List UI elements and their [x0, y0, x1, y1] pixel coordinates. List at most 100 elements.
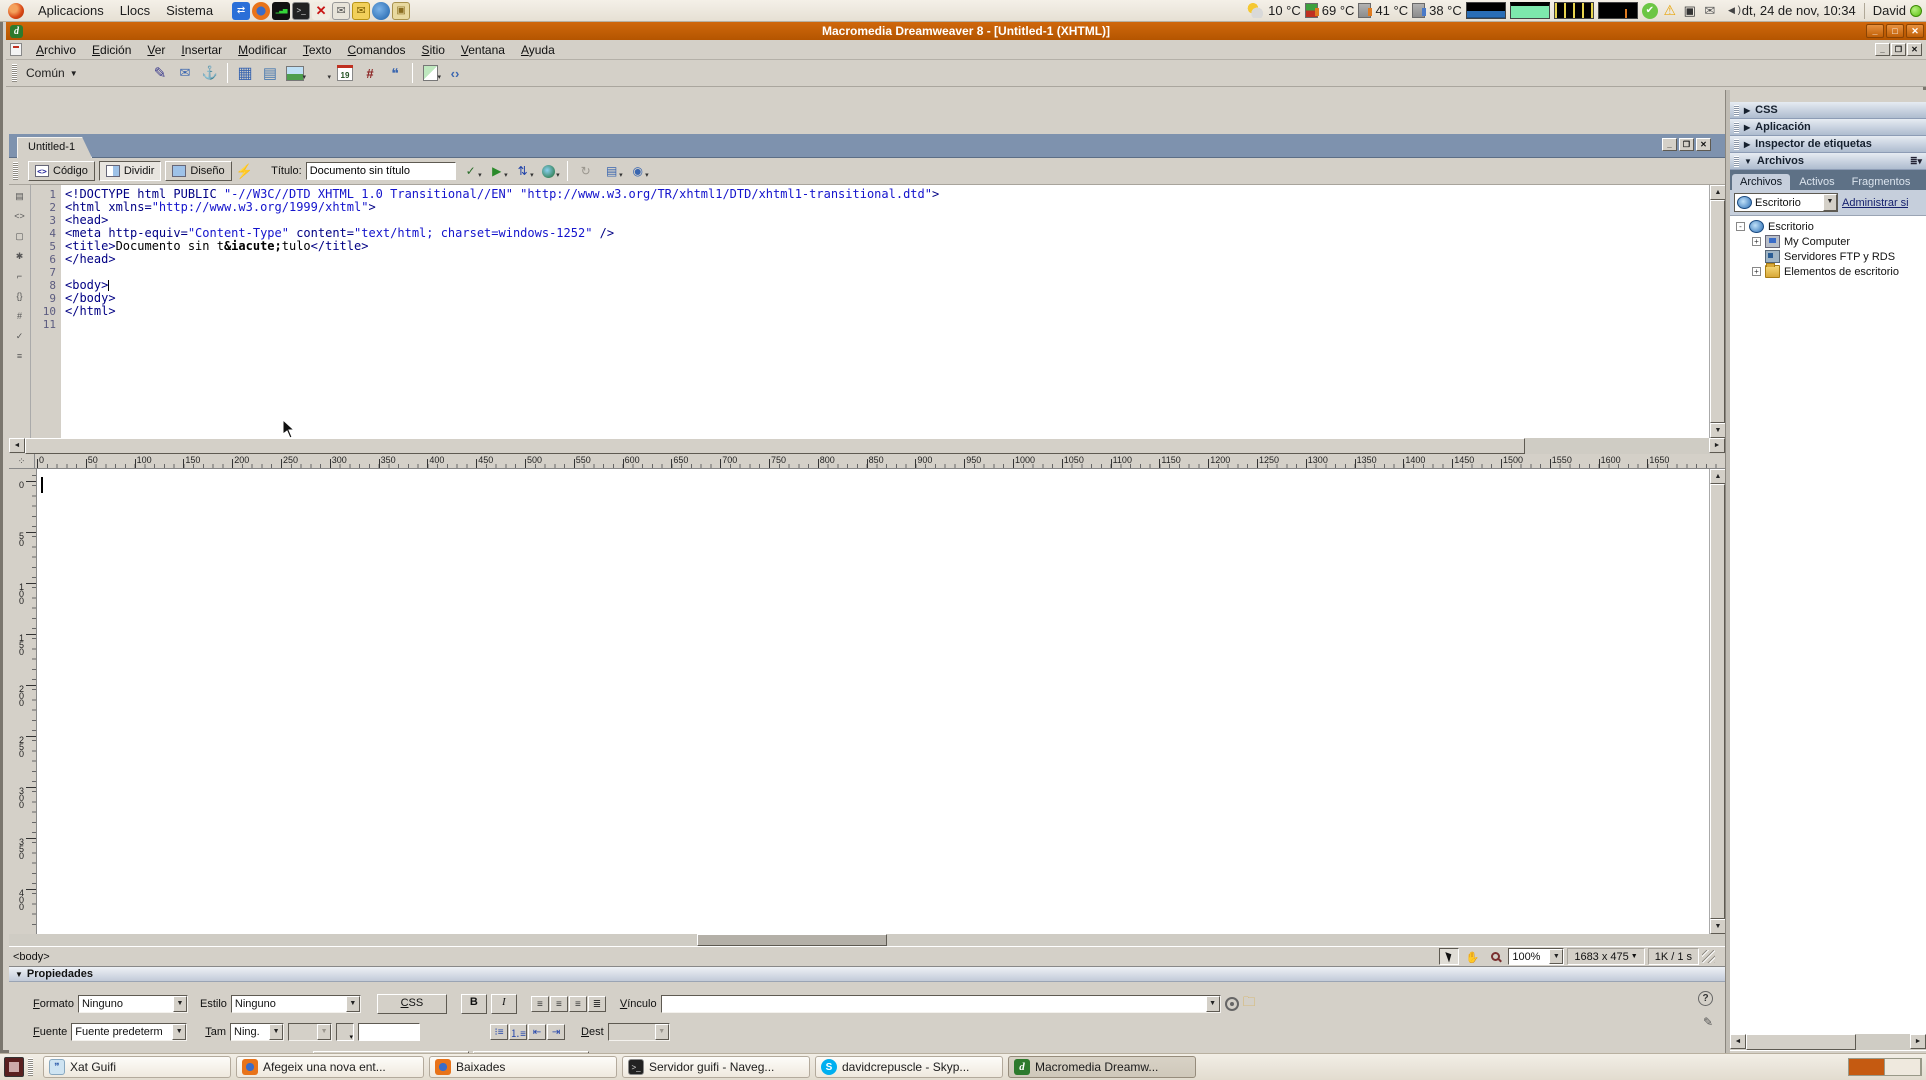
view-options-icon[interactable]: ▤	[601, 161, 623, 181]
files-tab[interactable]: Fragmentos	[1844, 174, 1919, 190]
scroll-thumb[interactable]	[1710, 200, 1725, 423]
ruler-origin-icon[interactable]: ⁘	[9, 454, 35, 469]
line-numbers-icon[interactable]: #	[12, 309, 27, 322]
tree-expander[interactable]: -	[1736, 222, 1745, 231]
code-view-pane[interactable]: ▤ <> ▢ ✱ ⌐ {} # ✓ ≡ 1234567891011 <!DOCT…	[9, 185, 1725, 438]
site-dropdown[interactable]: Escritorio ▼	[1734, 193, 1838, 212]
menu-item[interactable]: Ayuda	[513, 41, 563, 59]
display-icon[interactable]	[1682, 3, 1698, 19]
files-horizontal-scrollbar[interactable]: ◄ ►	[1730, 1034, 1926, 1050]
files-tab[interactable]: Activos	[1791, 174, 1842, 190]
properties-header[interactable]: ▼ Propiedades	[9, 967, 1725, 982]
design-horizontal-scrollbar[interactable]	[9, 934, 1725, 946]
scroll-left-icon[interactable]: ◄	[9, 438, 25, 453]
doc-restore-button[interactable]: ❐	[1679, 138, 1694, 151]
italic-button[interactable]: I	[491, 994, 517, 1014]
collapse-tag-icon[interactable]: <>	[12, 209, 27, 222]
code-view-button[interactable]: Código	[28, 161, 95, 181]
email-link-icon[interactable]	[174, 63, 196, 83]
live-data-icon[interactable]	[236, 163, 253, 180]
mdi-close-button[interactable]: ✕	[1907, 43, 1922, 56]
taskbar-grip[interactable]	[28, 1058, 33, 1076]
align-right-icon[interactable]: ≡	[569, 996, 587, 1012]
task-button[interactable]: Afegeix una nova ent...	[236, 1056, 424, 1078]
network-graph[interactable]	[1554, 2, 1594, 19]
clock[interactable]: dt, 24 de nov, 10:34	[1742, 3, 1856, 18]
weather-icon[interactable]	[1247, 3, 1264, 18]
insert-comment-icon[interactable]	[384, 63, 406, 83]
menu-item[interactable]: Archivo	[28, 41, 84, 59]
select-parent-tag-icon[interactable]: ⌐	[12, 269, 27, 282]
maximize-button[interactable]: □	[1886, 24, 1904, 38]
color-hex-field[interactable]	[358, 1023, 420, 1041]
gnome-menu-item[interactable]: Aplicacions	[30, 2, 112, 19]
menu-item[interactable]: Ver	[139, 41, 173, 59]
indent-icon[interactable]: ⇥	[547, 1024, 565, 1040]
design-canvas[interactable]	[37, 469, 1709, 934]
launcher-icon[interactable]	[372, 2, 390, 20]
memory-graph[interactable]	[1510, 2, 1550, 19]
split-view-button[interactable]: Dividir	[99, 161, 162, 181]
scroll-down-icon[interactable]: ▼	[1710, 919, 1726, 934]
ubuntu-logo-icon[interactable]	[8, 3, 24, 19]
task-button[interactable]: Xat Guifi	[43, 1056, 231, 1078]
toolbar-grip[interactable]	[13, 162, 18, 180]
scroll-thumb[interactable]	[1746, 1034, 1856, 1050]
tree-item[interactable]: + Elementos de escritorio	[1730, 264, 1926, 279]
named-anchor-icon[interactable]	[199, 63, 221, 83]
templates-icon[interactable]	[423, 65, 438, 81]
mail-notify-icon[interactable]	[1702, 3, 1718, 19]
scroll-thumb[interactable]	[1710, 484, 1725, 919]
visual-aids-icon[interactable]: ◉	[627, 161, 649, 181]
apply-comment-icon[interactable]: ≡	[12, 349, 27, 362]
zoom-level-dropdown[interactable]: 100% ▼	[1508, 948, 1564, 965]
gnome-menu-item[interactable]: Sistema	[158, 2, 221, 19]
insert-media-icon[interactable]	[309, 63, 331, 83]
outdent-icon[interactable]: ⇤	[528, 1024, 546, 1040]
menu-item[interactable]: Insertar	[173, 41, 230, 59]
updates-ok-icon[interactable]	[1642, 3, 1658, 19]
show-desktop-icon[interactable]	[4, 1057, 24, 1077]
cpu-sensor-icon[interactable]	[1358, 3, 1371, 18]
hand-tool[interactable]	[1462, 948, 1482, 965]
scroll-left-icon[interactable]: ◄	[1730, 1034, 1746, 1049]
menu-item[interactable]: Edición	[84, 41, 139, 59]
workspace-switcher[interactable]	[1848, 1058, 1922, 1076]
doc-close-button[interactable]: ✕	[1696, 138, 1711, 151]
quick-tag-edit-icon[interactable]	[1703, 1015, 1713, 1029]
tag-selector[interactable]: <body>	[13, 951, 50, 963]
style-dropdown[interactable]: Ninguno ▼	[231, 995, 361, 1013]
insert-include-icon[interactable]	[359, 63, 381, 83]
minimize-button[interactable]: _	[1866, 24, 1884, 38]
doc-minimize-button[interactable]: _	[1662, 138, 1677, 151]
disk-graph[interactable]	[1598, 2, 1638, 19]
scroll-up-icon[interactable]: ▲	[1710, 469, 1726, 484]
resize-grip[interactable]	[1702, 950, 1715, 963]
mdi-restore-button[interactable]: ❐	[1891, 43, 1906, 56]
design-view-button[interactable]: Diseño	[165, 161, 231, 181]
gnome-menu-item[interactable]: Llocs	[112, 2, 158, 19]
scroll-right-icon[interactable]: ►	[1709, 438, 1725, 453]
css-button[interactable]: CSS	[377, 994, 447, 1014]
size-dropdown[interactable]: Ning. ▼	[230, 1023, 284, 1041]
launcher-icon[interactable]	[252, 2, 270, 20]
code-editor[interactable]: <!DOCTYPE html PUBLIC "-//W3C//DTD XHTML…	[61, 185, 1709, 438]
tag-chooser-icon[interactable]	[444, 63, 466, 83]
collapse-selection-icon[interactable]: ▢	[12, 229, 27, 242]
scroll-thumb[interactable]	[25, 438, 1525, 454]
tree-expander[interactable]: +	[1752, 267, 1761, 276]
align-left-icon[interactable]: ≡	[531, 996, 549, 1012]
gpu-sensor-icon[interactable]	[1305, 3, 1318, 18]
refresh-icon[interactable]: ↻	[575, 161, 597, 181]
code-horizontal-scrollbar[interactable]: ◄ ►	[9, 438, 1725, 454]
dock-panel-header[interactable]: ▶ Inspector de etiquetas	[1730, 136, 1926, 153]
menu-item[interactable]: Modificar	[230, 41, 295, 59]
task-button[interactable]: davidcrepuscle - Skyp...	[815, 1056, 1003, 1078]
launcher-icon[interactable]	[312, 2, 330, 20]
insert-date-icon[interactable]	[337, 65, 353, 81]
file-management-icon[interactable]: ⇅	[512, 161, 534, 181]
launcher-icon[interactable]	[352, 2, 370, 20]
code-vertical-scrollbar[interactable]: ▲ ▼	[1709, 185, 1725, 438]
launcher-icon[interactable]	[392, 2, 410, 20]
user-menu[interactable]: David	[1873, 3, 1906, 18]
